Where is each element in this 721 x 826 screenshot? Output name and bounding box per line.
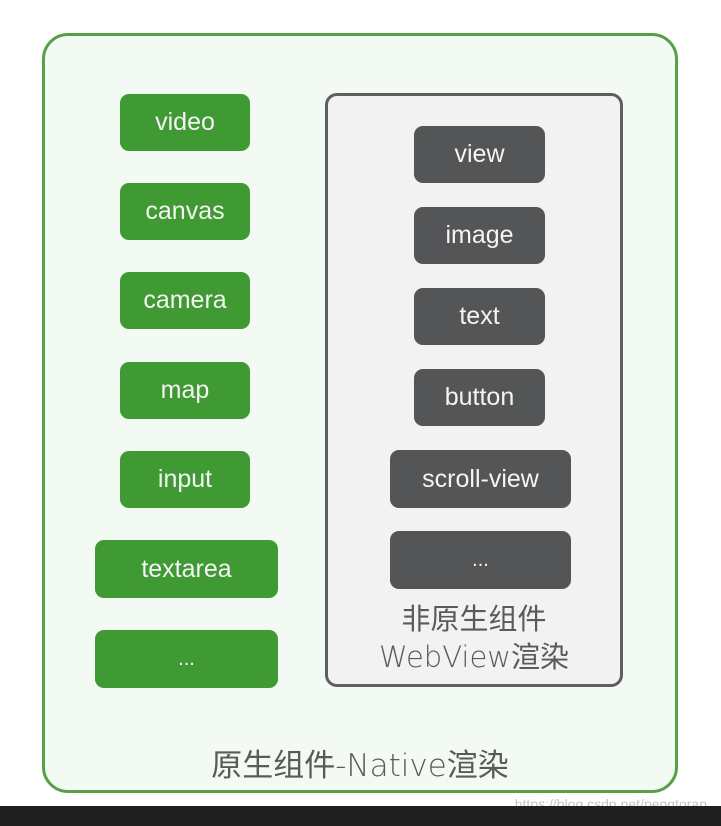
native-item-more: ...: [95, 630, 278, 688]
native-caption: 原生组件-Native渲染: [211, 748, 509, 784]
webview-item-button: button: [414, 369, 545, 426]
webview-caption: 非原生组件 WebView渲染: [325, 600, 623, 676]
native-item-input: input: [120, 451, 250, 508]
native-item-map: map: [120, 362, 250, 419]
native-item-video: video: [120, 94, 250, 151]
webview-item-more: ...: [390, 531, 571, 589]
native-item-camera: camera: [120, 272, 250, 329]
native-item-textarea: textarea: [95, 540, 278, 598]
bottom-bar: [0, 806, 721, 826]
native-item-canvas: canvas: [120, 183, 250, 240]
webview-item-scroll-view: scroll-view: [390, 450, 571, 508]
webview-item-view: view: [414, 126, 545, 183]
webview-caption-line1: 非原生组件: [401, 602, 547, 636]
webview-item-image: image: [414, 207, 545, 264]
webview-caption-line2: WebView渲染: [378, 640, 570, 674]
webview-item-text: text: [414, 288, 545, 345]
